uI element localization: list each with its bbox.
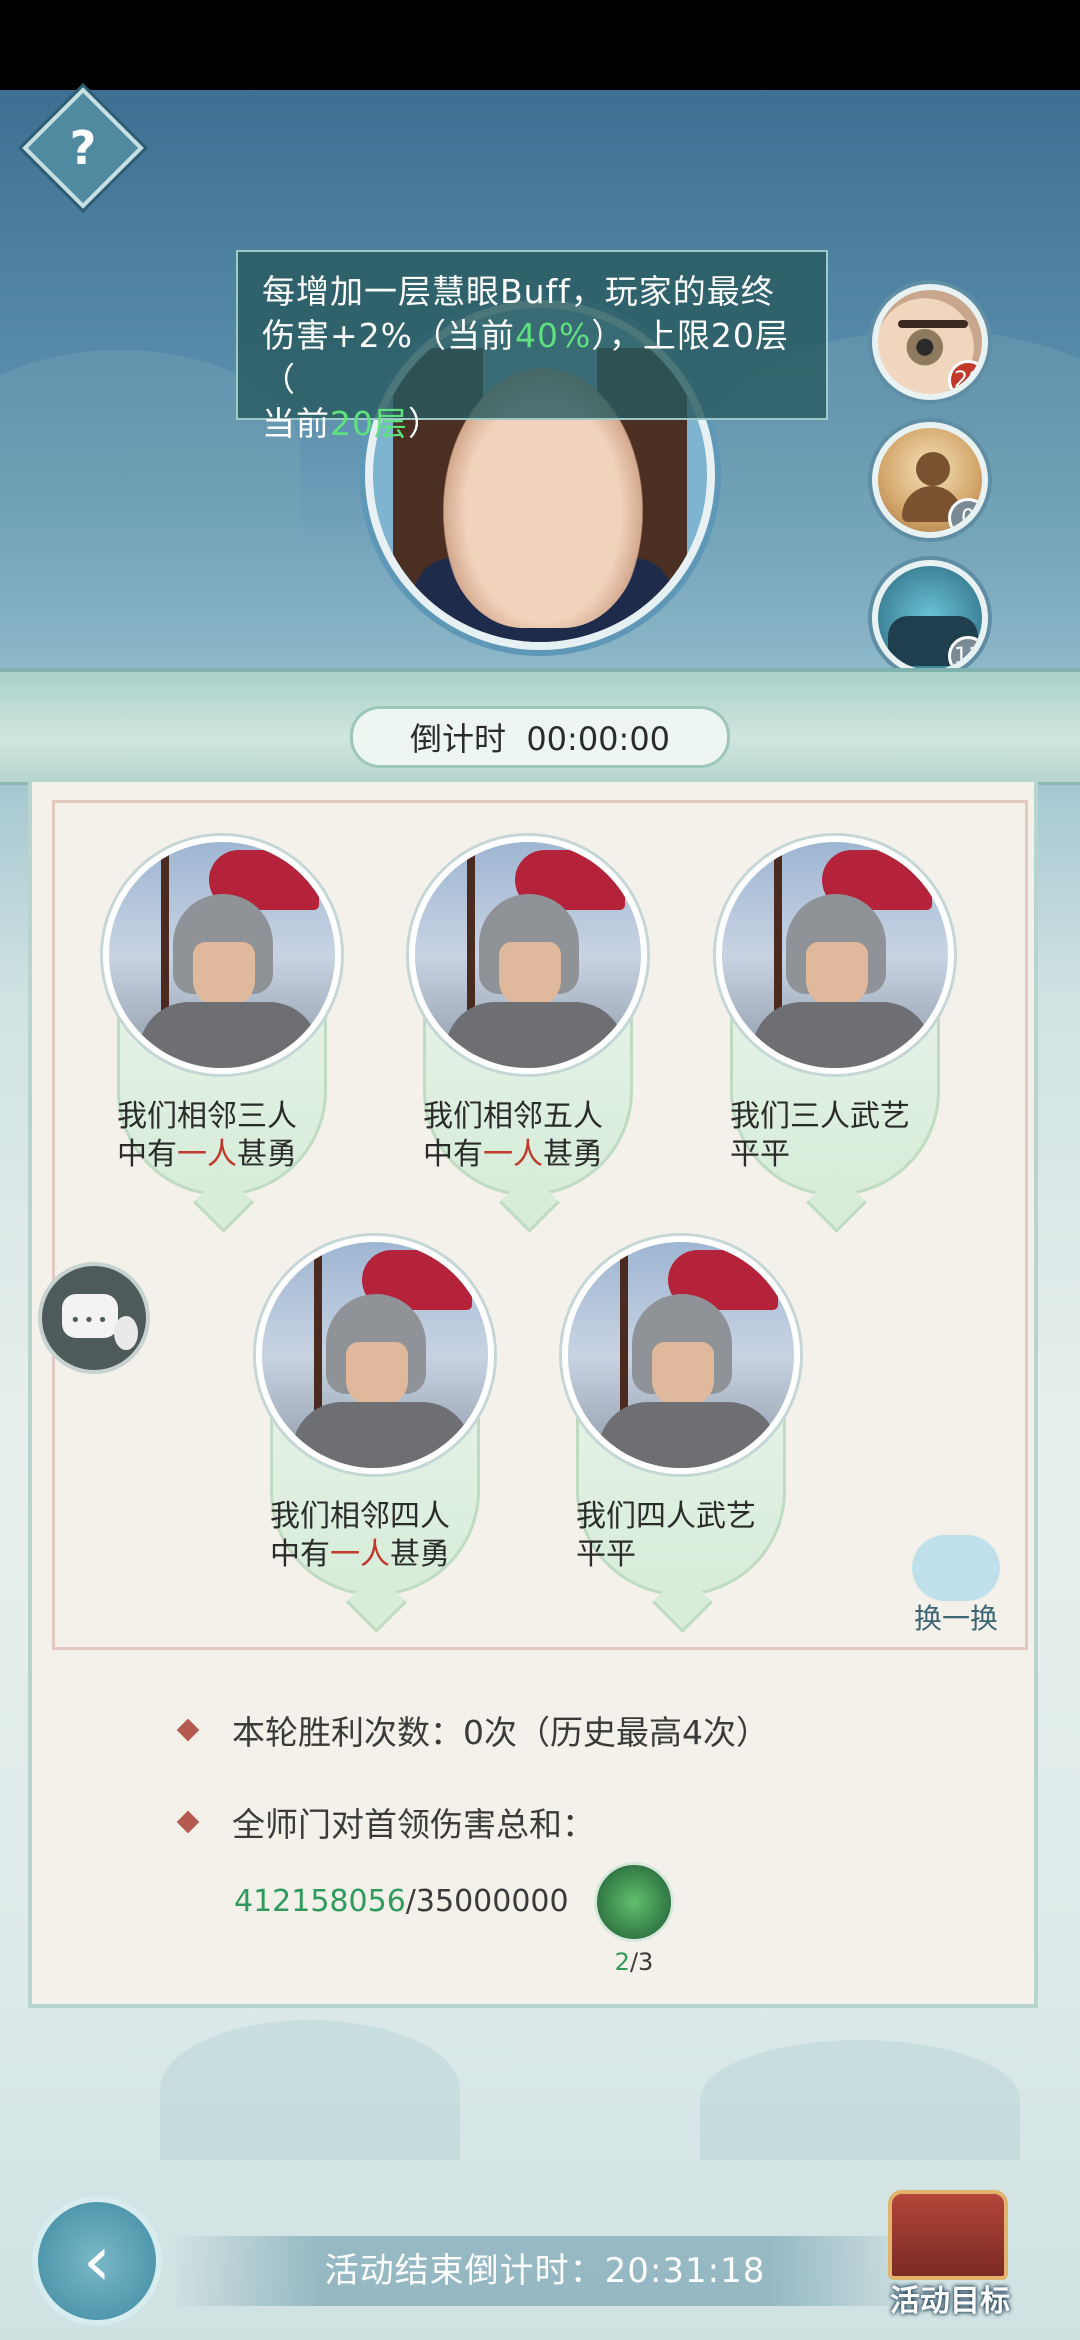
tooltip-line: ） (408, 404, 442, 443)
soldier-avatar (256, 1236, 494, 1474)
gourd-icon (114, 1316, 138, 1350)
soldier-card[interactable]: 我们相邻五人 中有一人甚勇 (409, 836, 647, 1233)
win-count-text: 本轮胜利次数：0次（历史最高4次） (232, 1713, 769, 1752)
treasure-chest-icon[interactable] (888, 2190, 1008, 2280)
buff-crowd[interactable]: 11 (872, 560, 988, 676)
eye-icon (898, 320, 968, 328)
tooltip-current-layer: 20层 (330, 404, 408, 443)
soldier-hint: 我们相邻三人 中有一人甚勇 (117, 1099, 297, 1172)
help-icon: ? (69, 121, 97, 175)
soldier-avatar (103, 836, 341, 1074)
refresh-icon (912, 1535, 1000, 1601)
chat-button[interactable]: ••• (38, 1262, 150, 1374)
countdown-value: 00:00:00 (526, 720, 671, 758)
soldier-hint: 我们四人武艺 平平 (576, 1499, 756, 1572)
buff-tooltip: 每增加一层慧眼Buff，玩家的最终 伤害+2%（当前40%），上限20层（ 当前… (236, 250, 828, 443)
event-goal-label[interactable]: 活动目标 (870, 2276, 1030, 2320)
back-arrow-icon: ‹ (83, 2220, 111, 2302)
tooltip-line: 当前 (262, 404, 330, 443)
meditating-monk-icon (916, 452, 950, 486)
countdown-label: 倒计时 (409, 720, 506, 758)
back-button[interactable]: ‹ (32, 2196, 162, 2326)
reward-icon[interactable] (594, 1862, 674, 1942)
event-end-countdown: 活动结束倒计时：20:31:18 (170, 2236, 920, 2306)
tooltip-line: 每增加一层慧眼Buff，玩家的最终 (262, 272, 775, 311)
soldier-avatar (562, 1236, 800, 1474)
reward-progress: 2/3 (614, 1948, 654, 1976)
soldier-hint: 我们相邻四人 中有一人甚勇 (270, 1499, 450, 1572)
swap-label: 换一换 (913, 1602, 998, 1635)
soldier-card[interactable]: 我们相邻三人 中有一人甚勇 (103, 836, 341, 1233)
soldier-avatar (716, 836, 954, 1074)
damage-total-label: 全师门对首领伤害总和： (232, 1805, 595, 1844)
buff-eye[interactable]: 20 (872, 284, 988, 400)
tooltip-line: 伤害+2%（当前 (262, 316, 516, 355)
tooltip-damage-percent: 40% (515, 316, 592, 355)
status-bar (0, 0, 1080, 90)
soldier-card[interactable]: 我们三人武艺 平平 (716, 836, 954, 1233)
countdown-timer: 倒计时 00:00:00 (350, 706, 730, 768)
buff-monk[interactable]: 0 (872, 422, 988, 538)
soldier-hint: 我们三人武艺 平平 (730, 1099, 910, 1172)
damage-progress: 412158056/35000000 (234, 1884, 569, 1919)
soldier-hint: 我们相邻五人 中有一人甚勇 (423, 1099, 603, 1172)
swap-button[interactable]: 换一换 (906, 1535, 1006, 1645)
soldier-avatar (409, 836, 647, 1074)
soldier-card[interactable]: 我们四人武艺 平平 (562, 1236, 800, 1633)
soldier-card[interactable]: 我们相邻四人 中有一人甚勇 (256, 1236, 494, 1633)
